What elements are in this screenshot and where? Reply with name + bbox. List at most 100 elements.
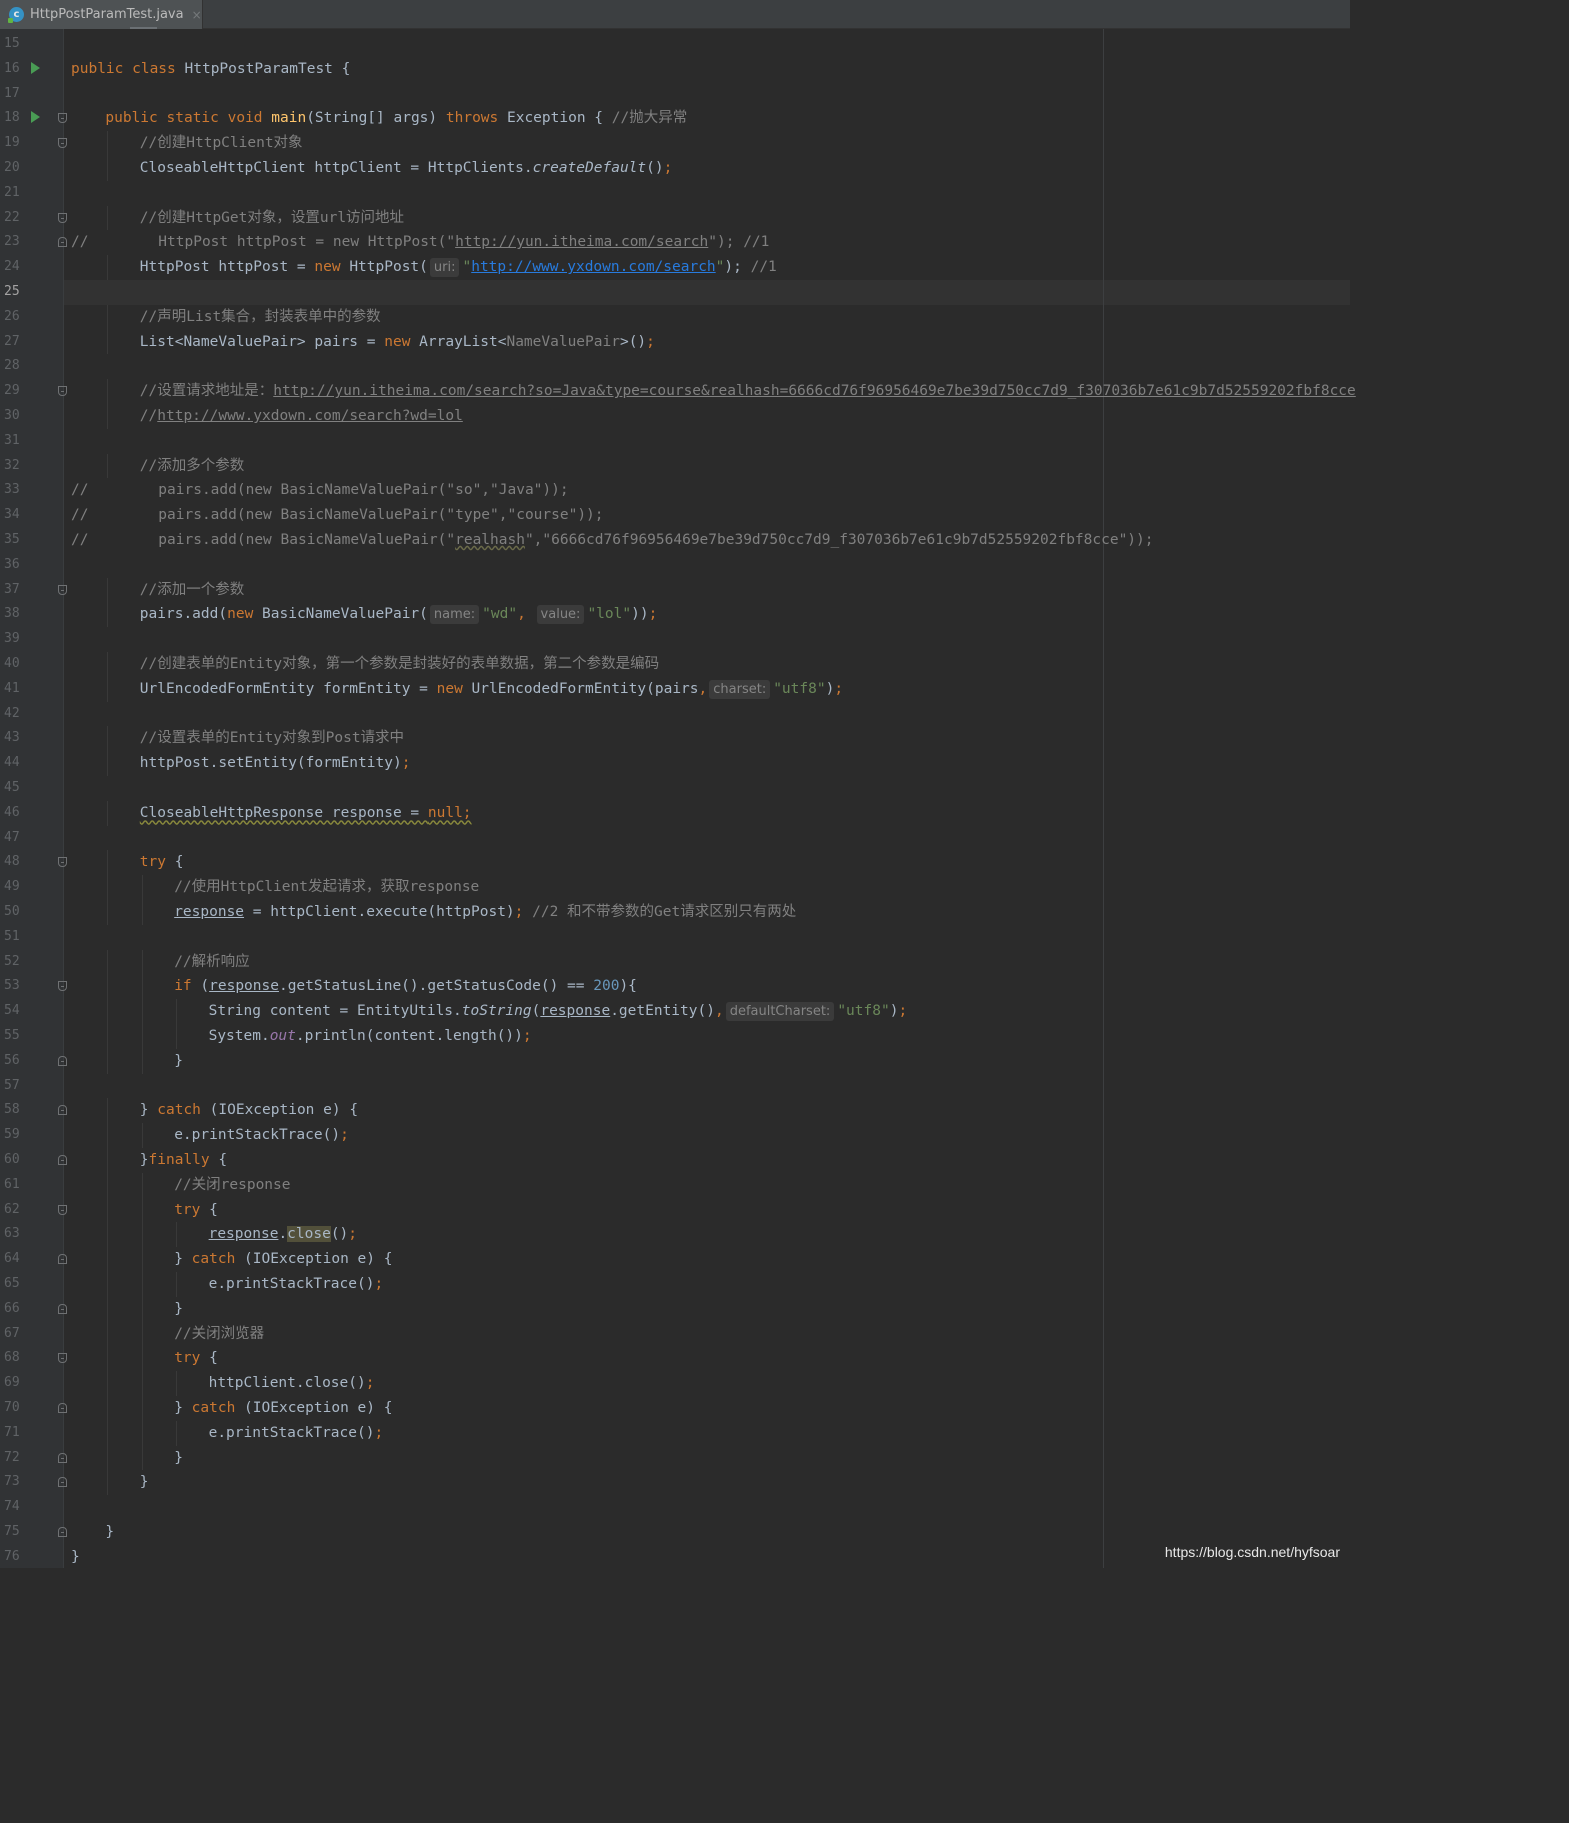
code-line[interactable]: 64} catch (IOException e) { — [0, 1247, 1350, 1272]
run-gutter-icon[interactable] — [31, 111, 40, 124]
code-line[interactable]: 33 // pairs.add(new BasicNameValuePair("s… — [0, 478, 1350, 503]
code-line[interactable]: 72} — [0, 1445, 1350, 1471]
fold-marker-icon[interactable] — [58, 981, 67, 992]
code-line[interactable]: 68 try { — [0, 1346, 1350, 1372]
code-line[interactable]: 36 — [0, 553, 1350, 578]
code-token: ){ — [619, 978, 637, 995]
code-line[interactable]: 24 HttpPost httpPost = new HttpPost(uri: "… — [0, 255, 1350, 280]
code-line[interactable]: 51 — [0, 925, 1350, 950]
code-line[interactable]: 54 String content = EntityUtils.toString(… — [0, 999, 1350, 1024]
code-token: catch — [191, 1251, 245, 1268]
fold-marker-icon[interactable] — [58, 1452, 67, 1463]
code-line[interactable]: 61 //关闭response — [0, 1172, 1350, 1198]
code-line[interactable]: 31 — [0, 429, 1350, 454]
code-line[interactable]: 48 try { — [0, 850, 1350, 876]
indent-guide — [107, 1420, 109, 1446]
code-line[interactable]: 44 httpPost.setEntity(formEntity); — [0, 751, 1350, 776]
fold-marker-icon[interactable] — [58, 212, 67, 223]
code-line[interactable]: 25 — [0, 280, 1350, 305]
fold-marker-icon[interactable] — [58, 1477, 67, 1488]
code-line[interactable]: 46 CloseableHttpResponse response = null; — [0, 800, 1350, 826]
code-line[interactable]: 66} — [0, 1296, 1350, 1322]
fold-marker-icon[interactable] — [58, 138, 67, 149]
code-line[interactable]: 28 — [0, 354, 1350, 379]
code-token: { — [174, 854, 184, 871]
code-line[interactable]: 49 //使用HttpClient发起请求，获取response — [0, 875, 1350, 900]
code-line[interactable]: 42 — [0, 702, 1350, 727]
run-gutter-icon[interactable] — [31, 61, 40, 74]
code-line[interactable]: 37 //添加一个参数 — [0, 577, 1350, 603]
code-line[interactable]: 53 if (response.getStatusLine().getStatus… — [0, 974, 1350, 1000]
code-line[interactable]: 17 — [0, 82, 1350, 107]
line-number: 37 — [4, 581, 20, 597]
fold-marker-icon[interactable] — [58, 1055, 67, 1066]
code-line[interactable]: 69 httpClient.close(); — [0, 1371, 1350, 1396]
code-line[interactable]: 57 — [0, 1074, 1350, 1099]
code-text: } — [71, 1545, 80, 1570]
code-line[interactable]: 70} catch (IOException e) { — [0, 1396, 1350, 1421]
file-tab[interactable]: c HttpPostParamTest.java × — [0, 0, 203, 29]
indent-guide — [141, 875, 143, 900]
code-line[interactable]: 65 e.printStackTrace(); — [0, 1272, 1350, 1297]
code-line[interactable]: 58} catch (IOException e) { — [0, 1098, 1350, 1124]
fold-marker-icon[interactable] — [58, 237, 67, 248]
fold-marker-icon[interactable] — [58, 386, 67, 397]
line-number: 59 — [4, 1127, 20, 1143]
code-line[interactable]: 32 //添加多个参数 — [0, 453, 1350, 479]
fold-marker-icon[interactable] — [58, 1254, 67, 1265]
fold-marker-icon[interactable] — [58, 584, 67, 595]
code-token: } — [174, 1449, 183, 1466]
code-line[interactable]: 21 — [0, 181, 1350, 206]
code-line[interactable]: 52 //解析响应 — [0, 949, 1350, 975]
code-line[interactable]: 29 //设置请求地址是：http://yun.itheima.com/searc… — [0, 379, 1356, 404]
code-line[interactable]: 76} — [0, 1545, 1350, 1570]
code-line[interactable]: 34 // pairs.add(new BasicNameValuePair("t… — [0, 503, 1350, 528]
code-line[interactable]: 45 — [0, 776, 1350, 801]
code-line[interactable]: 40 //创建表单的Entity对象，第一个参数是封装好的表单数据，第二个参数是编… — [0, 652, 1350, 677]
code-line[interactable]: 19 //创建HttpClient对象 — [0, 131, 1350, 156]
code-line[interactable]: 20 CloseableHttpClient httpClient = HttpC… — [0, 156, 1350, 181]
indent-guide — [141, 1222, 143, 1248]
indent-guide — [107, 404, 109, 429]
fold-marker-icon[interactable] — [58, 1403, 67, 1413]
code-line[interactable]: 16 public class HttpPostParamTest { — [0, 57, 1350, 82]
fold-marker-icon[interactable] — [58, 1204, 67, 1215]
code-line[interactable]: 22 //创建HttpGet对象，设置url访问地址 — [0, 205, 1350, 231]
indent-guide — [107, 1148, 109, 1173]
code-line[interactable]: 56} — [0, 1048, 1350, 1074]
code-line[interactable]: 74 — [0, 1495, 1350, 1520]
code-line[interactable]: 63 response.close(); — [0, 1222, 1350, 1248]
code-line[interactable]: 41 UrlEncodedFormEntity formEntity = new … — [0, 676, 1350, 702]
code-line[interactable]: 30 //http://www.yxdown.com/search?wd=lol — [0, 404, 1350, 429]
code-line[interactable]: 23 // HttpPost httpPost = new HttpPost("h… — [0, 230, 1350, 255]
code-line[interactable]: 15 — [0, 32, 1350, 57]
code-line[interactable]: 62 try { — [0, 1197, 1350, 1223]
code-line[interactable]: 35 // pairs.add(new BasicNameValuePair("r… — [0, 528, 1350, 553]
fold-marker-icon[interactable] — [58, 1155, 67, 1165]
code-text: String content = EntityUtils.toString(re… — [209, 999, 907, 1024]
code-line[interactable]: 50 response = httpClient.execute(httpPost… — [0, 900, 1350, 925]
code-line[interactable]: 47 — [0, 826, 1350, 851]
fold-marker-icon[interactable] — [58, 1105, 67, 1116]
fold-marker-icon[interactable] — [58, 1303, 67, 1314]
code-line[interactable]: 60}finally { — [0, 1148, 1350, 1173]
code-line[interactable]: 73} — [0, 1470, 1350, 1496]
fold-marker-icon[interactable] — [58, 1353, 67, 1364]
code-line[interactable]: 67 //关闭浏览器 — [0, 1321, 1350, 1347]
code-line[interactable]: 43 //设置表单的Entity对象到Post请求中 — [0, 726, 1350, 752]
code-text: HttpPost httpPost = new HttpPost(uri: "ht… — [140, 255, 777, 280]
code-line[interactable]: 39 — [0, 627, 1350, 652]
code-line[interactable]: 26 //声明List集合，封装表单中的参数 — [0, 304, 1350, 330]
fold-marker-icon[interactable] — [58, 113, 67, 124]
code-line[interactable]: 27 List<NameValuePair> pairs = new ArrayL… — [0, 329, 1350, 355]
code-line[interactable]: 18 public static void main(String[] args)… — [0, 106, 1350, 131]
line-number: 26 — [4, 308, 20, 324]
code-line[interactable]: 75} — [0, 1520, 1350, 1545]
code-line[interactable]: 71 e.printStackTrace(); — [0, 1420, 1350, 1446]
fold-marker-icon[interactable] — [58, 1527, 67, 1537]
fold-marker-icon[interactable] — [58, 857, 67, 868]
code-line[interactable]: 55 System.out.println(content.length()); — [0, 1024, 1350, 1049]
code-line[interactable]: 59 e.printStackTrace(); — [0, 1123, 1350, 1148]
close-icon[interactable]: × — [192, 8, 202, 22]
code-line[interactable]: 38 pairs.add(new BasicNameValuePair(name:… — [0, 602, 1350, 628]
